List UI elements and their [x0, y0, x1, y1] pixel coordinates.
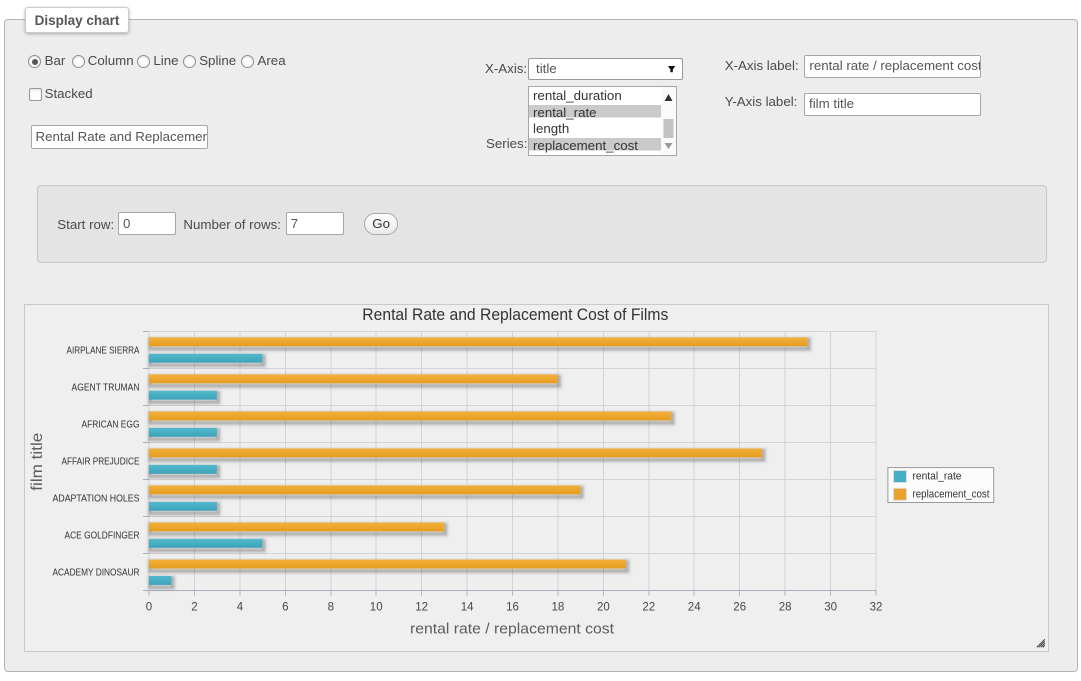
svg-text:0: 0 [146, 601, 152, 613]
svg-text:film title: film title [29, 432, 46, 490]
svg-text:AIRPLANE SIERRA: AIRPLANE SIERRA [67, 344, 140, 356]
svg-text:30: 30 [824, 601, 837, 613]
svg-text:ACADEMY DINOSAUR: ACADEMY DINOSAUR [53, 566, 140, 578]
svg-text:AFRICAN EGG: AFRICAN EGG [82, 418, 140, 430]
svg-text:20: 20 [597, 601, 610, 613]
svg-text:ACE GOLDFINGER: ACE GOLDFINGER [65, 529, 140, 541]
svg-text:24: 24 [688, 601, 701, 613]
svg-text:2: 2 [191, 601, 197, 613]
svg-text:AFFAIR PREJUDICE: AFFAIR PREJUDICE [62, 455, 140, 467]
svg-text:6: 6 [282, 601, 288, 613]
svg-text:10: 10 [370, 601, 383, 613]
svg-text:4: 4 [237, 601, 244, 613]
svg-text:Rental Rate and Replacement Co: Rental Rate and Replacement Cost of Film… [362, 306, 668, 324]
svg-text:ADAPTATION HOLES: ADAPTATION HOLES [53, 492, 140, 504]
svg-text:22: 22 [643, 601, 656, 613]
svg-text:14: 14 [461, 601, 474, 613]
svg-text:8: 8 [328, 601, 334, 613]
svg-text:18: 18 [552, 601, 565, 613]
svg-text:replacement_cost: replacement_cost [913, 488, 990, 500]
svg-text:AGENT TRUMAN: AGENT TRUMAN [72, 381, 140, 393]
svg-text:12: 12 [415, 601, 428, 613]
svg-text:28: 28 [779, 601, 792, 613]
svg-text:16: 16 [506, 601, 519, 613]
svg-text:rental rate / replacement cost: rental rate / replacement cost [410, 621, 614, 637]
svg-text:32: 32 [870, 601, 883, 613]
svg-text:rental_rate: rental_rate [913, 470, 962, 482]
svg-text:26: 26 [733, 601, 746, 613]
